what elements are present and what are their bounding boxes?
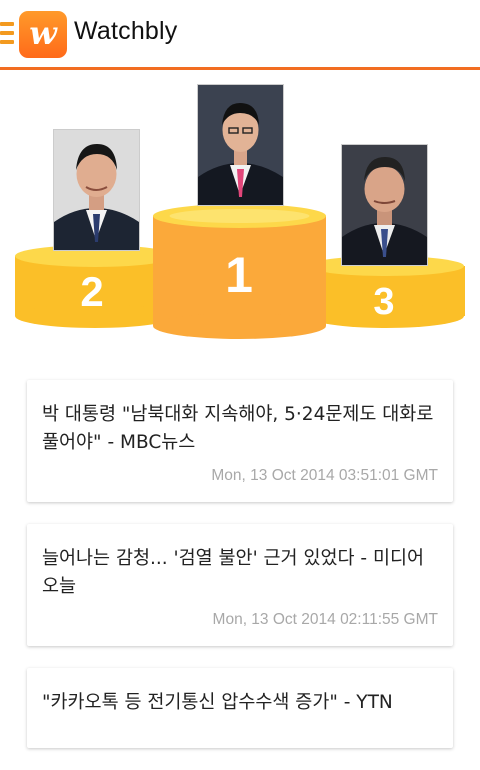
- ranking-podium: 1 2 3: [0, 70, 480, 360]
- news-card[interactable]: 박 대통령 "남북대화 지속해야, 5·24문제도 대화로 풀어야" - MBC…: [27, 380, 453, 502]
- news-list: 박 대통령 "남북대화 지속해야, 5·24문제도 대화로 풀어야" - MBC…: [27, 380, 453, 770]
- news-card[interactable]: "카카오톡 등 전기통신 압수수색 증가" - YTN: [27, 668, 453, 748]
- person-photo-rank-2[interactable]: [54, 130, 139, 250]
- app-title: Watchbly: [74, 17, 178, 45]
- app-logo[interactable]: w: [19, 11, 67, 58]
- news-card[interactable]: 늘어나는 감청... '검열 불안' 근거 있었다 - 미디어오늘 Mon, 1…: [27, 524, 453, 646]
- news-timestamp: Mon, 13 Oct 2014 02:11:55 GMT: [212, 611, 438, 628]
- news-title: 박 대통령 "남북대화 지속해야, 5·24문제도 대화로 풀어야" - MBC…: [42, 404, 434, 453]
- app-bar: w Watchbly: [0, 0, 480, 70]
- person-photo-rank-3[interactable]: [342, 145, 427, 265]
- rank-number-3: 3: [373, 281, 394, 323]
- person-photo-rank-1[interactable]: [198, 85, 283, 205]
- rank-number-2: 2: [80, 268, 103, 315]
- hamburger-icon[interactable]: [0, 22, 14, 44]
- news-timestamp: Mon, 13 Oct 2014 03:51:01 GMT: [211, 467, 438, 484]
- rank-number-1: 1: [225, 247, 253, 303]
- news-title: "카카오톡 등 전기통신 압수수색 증가" - YTN: [42, 692, 393, 713]
- news-title: 늘어나는 감청... '검열 불안' 근거 있었다 - 미디어오늘: [42, 548, 425, 597]
